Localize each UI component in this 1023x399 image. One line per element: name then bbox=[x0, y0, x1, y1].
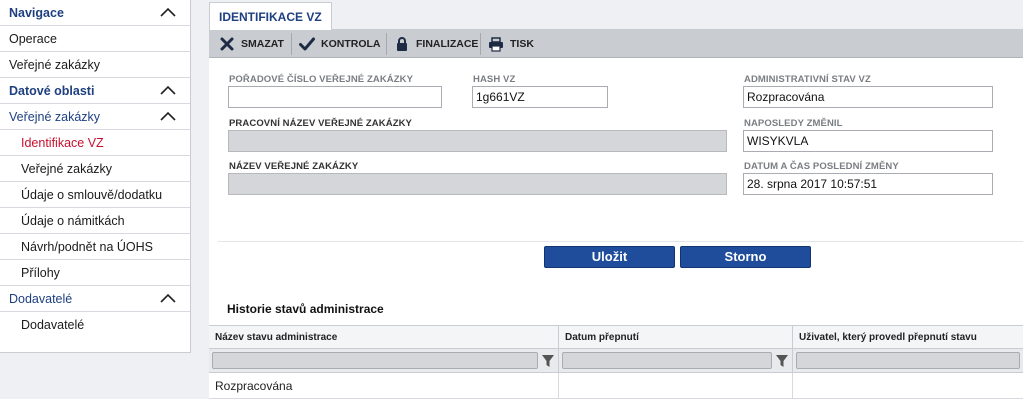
print-label: TISK bbox=[510, 38, 534, 50]
filter-input-date[interactable] bbox=[562, 352, 772, 369]
admin-state-input[interactable]: Rozpracována bbox=[743, 86, 993, 108]
last-change-input[interactable]: 28. srpna 2017 10:57:51 bbox=[743, 173, 993, 195]
tab-identifikace-vz[interactable]: IDENTIFIKACE VZ bbox=[209, 2, 332, 31]
sidebar-item-label: Návrh/podnět na ÚOHS bbox=[21, 240, 154, 254]
filter-icon[interactable] bbox=[776, 354, 788, 368]
last-changed-by-input[interactable]: WISYKVLA bbox=[743, 130, 993, 152]
last-changed-by-label: NAPOSLEDY ZMĚNIL bbox=[744, 118, 843, 129]
sidebar-item-label: Veřejné zakázky bbox=[9, 58, 101, 72]
filter-input-user[interactable] bbox=[796, 352, 1020, 369]
column-header-state[interactable]: Název stavu administrace bbox=[209, 326, 559, 349]
sidebar-item-identifikace-vz[interactable]: Identifikace VZ bbox=[0, 130, 190, 156]
name-input[interactable] bbox=[228, 173, 727, 195]
filter-cell bbox=[559, 349, 793, 373]
table-cell-user bbox=[793, 373, 1023, 399]
toolbar-divider bbox=[386, 33, 387, 55]
sidebar-item-prilohy[interactable]: Přílohy bbox=[0, 260, 190, 286]
sidebar: Navigace Operace Veřejné zakázky Datové … bbox=[0, 0, 191, 353]
sidebar-item-label: Identifikace VZ bbox=[21, 136, 104, 150]
sidebar-item-udaje-o-namitkach[interactable]: Údaje o námitkách bbox=[0, 208, 190, 234]
close-icon bbox=[219, 36, 235, 52]
filter-icon[interactable] bbox=[542, 354, 554, 368]
delete-button[interactable]: SMAZAT bbox=[219, 30, 284, 58]
sidebar-section-label: Datové oblasti bbox=[9, 84, 95, 98]
sidebar-item-navrh-podnet[interactable]: Návrh/podnět na ÚOHS bbox=[0, 234, 190, 260]
sidebar-item-label: Údaje o námitkách bbox=[21, 214, 125, 228]
sidebar-group-verejne-zakazky[interactable]: Veřejné zakázky bbox=[0, 104, 190, 130]
save-button[interactable]: Uložit bbox=[544, 246, 675, 268]
filter-input-state[interactable] bbox=[212, 352, 538, 369]
check-label: KONTROLA bbox=[321, 38, 381, 50]
hash-input[interactable]: 1g661VZ bbox=[472, 86, 608, 108]
name-label: NÁZEV VEŘEJNÉ ZAKÁZKY bbox=[229, 161, 359, 172]
working-name-input[interactable] bbox=[228, 130, 727, 152]
finalize-label: FINALIZACE bbox=[416, 38, 479, 50]
lock-icon bbox=[394, 36, 410, 52]
order-number-label: POŘADOVÉ ČÍSLO VEŘEJNÉ ZAKÁZKY bbox=[229, 74, 414, 85]
chevron-up-icon[interactable] bbox=[160, 111, 176, 121]
history-title: Historie stavů administrace bbox=[227, 302, 384, 316]
sidebar-section-navigace[interactable]: Navigace bbox=[0, 0, 190, 26]
working-name-label: PRACOVNÍ NÁZEV VEŘEJNÉ ZAKÁZKY bbox=[229, 118, 412, 129]
table-header-row: Název stavu administrace Datum přepnutí … bbox=[209, 325, 1023, 349]
cancel-button[interactable]: Storno bbox=[680, 246, 811, 268]
check-button[interactable]: KONTROLA bbox=[299, 30, 381, 58]
sidebar-section-datove-oblasti[interactable]: Datové oblasti bbox=[0, 78, 190, 104]
sidebar-item-label: Údaje o smlouvě/dodatku bbox=[21, 188, 163, 202]
table-cell-state: Rozpracována bbox=[209, 373, 559, 399]
section-divider bbox=[218, 241, 1023, 242]
table-filter-row bbox=[209, 349, 1023, 373]
sidebar-item-label: Veřejné zakázky bbox=[21, 162, 113, 176]
filter-cell bbox=[793, 349, 1023, 373]
checkmark-icon bbox=[299, 36, 315, 52]
chevron-up-icon[interactable] bbox=[160, 7, 176, 17]
filter-cell bbox=[209, 349, 559, 373]
toolbar-divider bbox=[291, 33, 292, 55]
sidebar-item-verejne-zakazky[interactable]: Veřejné zakázky bbox=[0, 52, 190, 78]
chevron-up-icon[interactable] bbox=[160, 85, 176, 95]
tab-strip: IDENTIFIKACE VZ bbox=[209, 0, 1023, 31]
table-cell-date bbox=[559, 373, 793, 399]
last-change-label: DATUM A ČAS POSLEDNÍ ZMĚNY bbox=[744, 161, 899, 172]
table-row[interactable]: Rozpracována bbox=[209, 373, 1023, 399]
sidebar-group-dodavatele[interactable]: Dodavatelé bbox=[0, 286, 190, 312]
column-header-user[interactable]: Uživatel, který provedl přepnutí stavu bbox=[793, 326, 1023, 349]
sidebar-item-verejne-zakazky-sub[interactable]: Veřejné zakázky bbox=[0, 156, 190, 182]
sidebar-item-dodavatele[interactable]: Dodavatelé bbox=[0, 312, 190, 338]
toolbar-divider bbox=[480, 33, 481, 55]
printer-icon bbox=[488, 36, 504, 52]
main-panel: IDENTIFIKACE VZ SMAZAT KONTROLA FINALIZA… bbox=[209, 0, 1023, 399]
chevron-up-icon[interactable] bbox=[160, 293, 176, 303]
toolbar: SMAZAT KONTROLA FINALIZACE TISK bbox=[209, 30, 1023, 58]
sidebar-group-label: Veřejné zakázky bbox=[9, 110, 101, 124]
sidebar-item-label: Operace bbox=[9, 32, 57, 46]
sidebar-item-udaje-o-smlouve[interactable]: Údaje o smlouvě/dodatku bbox=[0, 182, 190, 208]
hash-label: HASH VZ bbox=[473, 74, 516, 85]
sidebar-group-label: Dodavatelé bbox=[9, 292, 73, 306]
print-button[interactable]: TISK bbox=[488, 30, 534, 58]
sidebar-item-operace[interactable]: Operace bbox=[0, 26, 190, 52]
column-header-date[interactable]: Datum přepnutí bbox=[559, 326, 793, 349]
sidebar-item-label: Dodavatelé bbox=[21, 318, 85, 332]
admin-state-label: ADMINISTRATIVNÍ STAV VZ bbox=[744, 74, 871, 85]
finalize-button[interactable]: FINALIZACE bbox=[394, 30, 478, 58]
delete-label: SMAZAT bbox=[241, 38, 284, 50]
order-number-input[interactable] bbox=[228, 86, 442, 108]
sidebar-section-label: Navigace bbox=[9, 6, 64, 20]
sidebar-item-label: Přílohy bbox=[21, 266, 60, 280]
